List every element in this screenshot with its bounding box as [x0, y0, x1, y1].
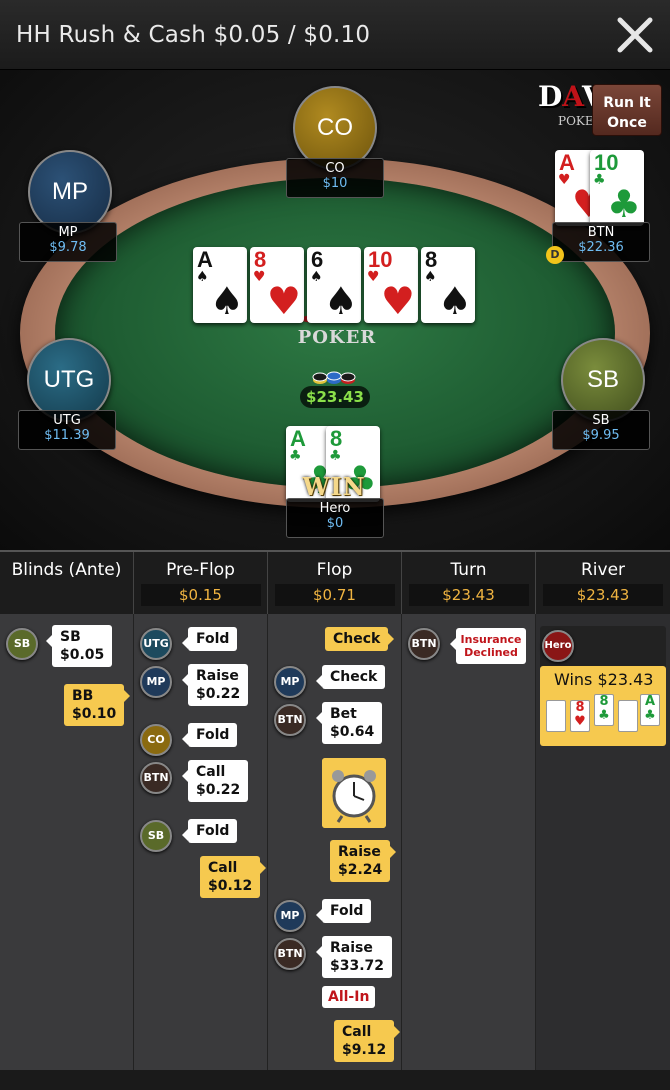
- action-streets-panel: Blinds (Ante) Pre-Flop $0.15 Flop $0.71 …: [0, 550, 670, 1090]
- winning-card-5: A ♣: [640, 694, 660, 726]
- hero-wins-box: Wins $23.43 8 ♠ 8 ♥ 8 ♣ A ♠ A ♣: [540, 666, 666, 746]
- street-header-preflop: Pre-Flop $0.15: [134, 552, 268, 614]
- close-icon[interactable]: [614, 14, 656, 56]
- winning-card-3: 8 ♣: [594, 694, 614, 726]
- seat-hero-plate: Hero $0: [286, 498, 384, 538]
- column-turn: [402, 614, 536, 1072]
- mp-fold-bubble: Fold: [315, 899, 372, 923]
- btn-bet-bubble: Bet $0.64: [315, 702, 383, 744]
- board-card-2: 8 ♥ ♥: [250, 247, 304, 323]
- run-it-once-button[interactable]: Run It Once: [592, 84, 662, 136]
- bb-check-bubble: Check: [325, 627, 395, 651]
- board-card-3: 6 ♠ ♠: [307, 247, 361, 323]
- utg-fold-bubble: Fold: [181, 627, 238, 651]
- btn-badge-turn-icon: BTN: [408, 628, 440, 660]
- hero-wins-panel: Hero Wins $23.43 8 ♠ 8 ♥ 8 ♣ A ♠ A ♣: [540, 626, 666, 746]
- hand-history-title: HH Rush & Cash $0.05 / $0.10: [16, 22, 371, 48]
- sb-badge-preflop-icon: SB: [140, 820, 172, 852]
- btn-badge-flop-icon: BTN: [274, 704, 306, 736]
- felt-logo: POKER: [292, 315, 382, 348]
- sb-badge-icon: SB: [6, 628, 38, 660]
- street-header-blinds: Blinds (Ante): [0, 552, 134, 614]
- seat-co-plate: CO $10: [286, 158, 384, 198]
- win-label: WIN: [302, 472, 366, 501]
- column-blinds: [0, 614, 134, 1072]
- winning-card-4: A ♠: [618, 700, 638, 732]
- header-bar: HH Rush & Cash $0.05 / $0.10: [0, 0, 670, 70]
- mp-raise-bubble: Raise $0.22: [181, 664, 249, 706]
- seat-mp-plate: MP $9.78: [19, 222, 117, 262]
- mp-check-bubble: Check: [315, 665, 386, 689]
- street-header-river: River $23.43: [536, 552, 670, 614]
- mp-badge-flop-icon: MP: [274, 666, 306, 698]
- mp-badge-icon: MP: [140, 666, 172, 698]
- co-badge-icon: CO: [140, 724, 172, 756]
- all-in-badge: All-In: [322, 986, 376, 1008]
- bb-raise-bubble: Raise $2.24: [330, 840, 397, 882]
- board-card-1: A ♠ ♠: [193, 247, 247, 323]
- btn-raise-bubble: Raise $33.72: [315, 936, 393, 978]
- alarm-clock-icon: [322, 758, 386, 828]
- mp-badge-flop2-icon: MP: [274, 900, 306, 932]
- co-fold-bubble: Fold: [181, 723, 238, 747]
- btn-badge-flop2-icon: BTN: [274, 938, 306, 970]
- hero-wins-text: Wins $23.43: [554, 670, 654, 689]
- street-header-turn: Turn $23.43: [402, 552, 536, 614]
- dealer-button-icon: D: [546, 246, 564, 264]
- insurance-declined-bubble: Insurance Declined: [450, 628, 526, 664]
- bb-call-bubble: Call $0.12: [200, 856, 267, 898]
- seat-utg-plate: UTG $11.39: [18, 410, 116, 450]
- btn-badge-icon: BTN: [140, 762, 172, 794]
- sb-blind-bubble: SB $0.05: [45, 625, 113, 667]
- bb-blind-bubble: BB $0.10: [64, 684, 131, 726]
- btn-call-bubble: Call $0.22: [181, 760, 249, 802]
- bottom-bar: [0, 1070, 670, 1090]
- street-header-flop: Flop $0.71: [268, 552, 402, 614]
- hero-badge-icon: Hero: [542, 630, 574, 662]
- btn-card-2: 10 ♣ ♣: [590, 150, 644, 226]
- bb-call-flop-bubble: Call $9.12: [334, 1020, 401, 1062]
- winning-card-1: 8 ♠: [546, 700, 566, 732]
- seat-btn-plate: BTN $22.36: [552, 222, 650, 262]
- utg-badge-icon: UTG: [140, 628, 172, 660]
- winning-card-2: 8 ♥: [570, 700, 590, 732]
- sb-fold-bubble: Fold: [181, 819, 238, 843]
- pot-amount: $23.43: [300, 386, 370, 408]
- seat-sb-plate: SB $9.95: [552, 410, 650, 450]
- board-card-4: 10 ♥ ♥: [364, 247, 418, 323]
- board-card-5: 8 ♠ ♠: [421, 247, 475, 323]
- pot-chips-icon: [312, 371, 356, 384]
- poker-table: POKER DAVO POKER Run It Once CO CO $10 M…: [0, 70, 670, 550]
